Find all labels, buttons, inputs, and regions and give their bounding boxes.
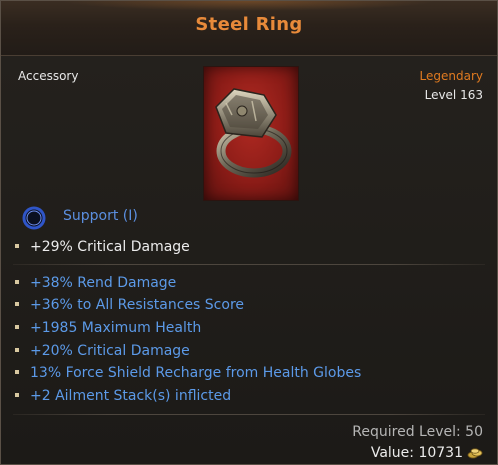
affix-stat: +20% Critical Damage xyxy=(15,343,190,359)
affix-stat: +1985 Maximum Health xyxy=(15,320,201,336)
tooltip-header: Steel Ring xyxy=(1,1,497,56)
gold-coins-icon xyxy=(467,447,483,458)
affix-stat: +36% to All Resistances Score xyxy=(15,297,244,313)
item-value: Value: 10731 xyxy=(371,445,483,461)
item-tooltip: Steel Ring Accessory Legendary Level 163 xyxy=(0,0,498,465)
stat-text: +36% to All Resistances Score xyxy=(30,297,245,313)
item-rarity: Legendary xyxy=(419,69,483,83)
support-ring-icon xyxy=(21,205,47,231)
stat-text: +38% Rend Damage xyxy=(30,275,177,291)
stat-text: +1985 Maximum Health xyxy=(30,320,202,336)
steel-ring-icon xyxy=(203,66,299,201)
stat-text: +2 Ailment Stack(s) inflicted xyxy=(30,388,232,404)
affix-stat: +38% Rend Damage xyxy=(15,275,176,291)
required-level: Required Level: 50 xyxy=(352,424,483,440)
affix-stat: 13% Force Shield Recharge from Health Gl… xyxy=(15,365,361,381)
bullet-icon xyxy=(15,280,19,284)
item-name: Steel Ring xyxy=(195,14,303,35)
affix-stat: +2 Ailment Stack(s) inflicted xyxy=(15,388,231,404)
stat-text: +20% Critical Damage xyxy=(30,343,190,359)
bullet-icon xyxy=(15,325,19,329)
implicit-stat: +29% Critical Damage xyxy=(15,239,190,255)
stat-text: 13% Force Shield Recharge from Health Gl… xyxy=(30,365,362,381)
support-label: Support (I) xyxy=(63,208,138,224)
bullet-icon xyxy=(15,244,19,248)
stat-text: +29% Critical Damage xyxy=(30,239,190,255)
bullet-icon xyxy=(15,348,19,352)
bullet-icon xyxy=(15,302,19,306)
bullet-icon xyxy=(15,393,19,397)
item-type: Accessory xyxy=(18,69,79,83)
value-text: Value: 10731 xyxy=(370,445,463,461)
divider xyxy=(13,264,485,265)
bullet-icon xyxy=(15,370,19,374)
item-level: Level 163 xyxy=(424,88,483,102)
divider xyxy=(13,414,485,415)
